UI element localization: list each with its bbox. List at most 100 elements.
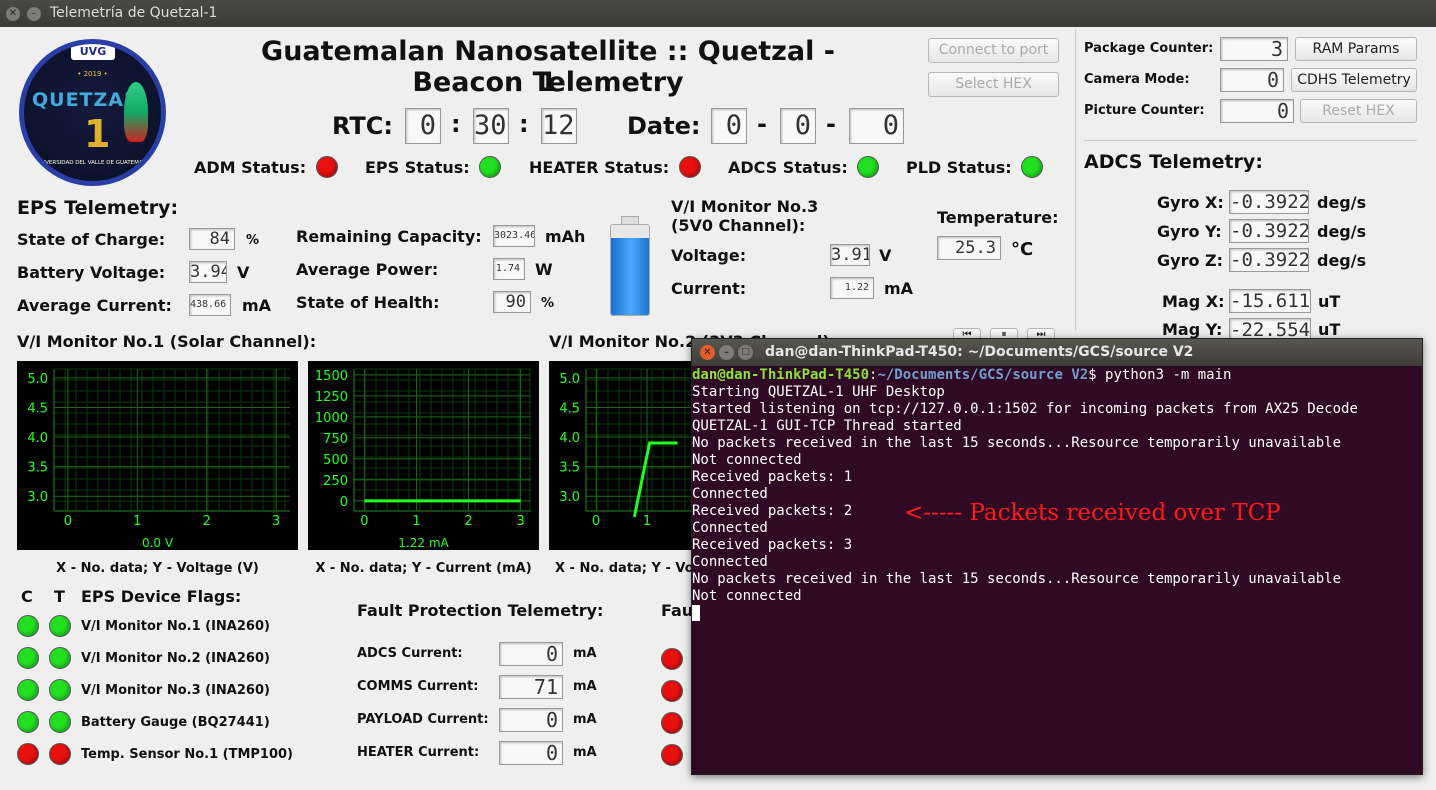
- gyro-y-unit: deg/s: [1317, 222, 1367, 241]
- terminal-close-icon[interactable]: ✕: [700, 345, 715, 360]
- average-power-value: 1.74: [493, 258, 525, 280]
- vi3-current-value: 1.22: [830, 277, 874, 299]
- state-of-health-value: 90: [493, 291, 531, 313]
- terminal-minimize-icon[interactable]: –: [719, 345, 734, 360]
- vi1-current-caption: X - No. data; Y - Current (mA): [315, 561, 532, 576]
- y-tick-label: 750: [323, 432, 348, 447]
- terminal-prompt: dan@dan-ThinkPad-T450:~/Documents/GCS/so…: [692, 367, 1422, 384]
- fault-label: COMMS Current:: [357, 679, 479, 694]
- y-tick-label: 5.0: [27, 372, 48, 387]
- date-month: 0: [780, 108, 816, 144]
- average-power-label: Average Power:: [296, 260, 439, 279]
- battery-level-fill: [611, 238, 649, 315]
- vi1-chart-title: V/I Monitor No.1 (Solar Channel):: [17, 332, 317, 351]
- flag-label: Battery Gauge (BQ27441): [81, 715, 270, 730]
- fault-value: 0: [499, 708, 563, 732]
- fault-led-3: [661, 712, 683, 734]
- quetzal-bird-icon: [124, 82, 148, 142]
- minimize-icon[interactable]: –: [27, 7, 41, 21]
- state-of-health-label: State of Health:: [296, 293, 440, 312]
- adcs-title: ADCS Telemetry:: [1084, 151, 1263, 173]
- x-tick-label: 3: [516, 514, 524, 529]
- x-tick-label: 0: [360, 514, 368, 529]
- adm-status-label: ADM Status:: [194, 158, 307, 177]
- terminal-line: Not connected: [692, 452, 802, 468]
- date-sep-2: -: [826, 110, 836, 138]
- terminal-window[interactable]: ✕ – □ dan@dan-ThinkPad-T450: ~/Documents…: [691, 338, 1423, 775]
- fault-value: 0: [499, 741, 563, 765]
- y-tick-label: 5.0: [559, 372, 580, 387]
- terminal-line: Received packets: 3: [692, 537, 853, 553]
- battery-level-icon: [610, 216, 650, 316]
- y-tick-label: 4.5: [27, 401, 48, 416]
- cdhs-telemetry-button[interactable]: CDHS Telemetry: [1291, 68, 1417, 92]
- select-hex-button[interactable]: Select HEX: [928, 72, 1059, 97]
- flag-label: V/I Monitor No.1 (INA260): [81, 619, 270, 634]
- battery-voltage-value: 3.94: [189, 261, 227, 283]
- fault-led-2: [661, 680, 683, 702]
- vi1-chart: 5.0 4.5 4.0 3.5 3.0 0 1 2 3: [17, 361, 298, 550]
- flags-c-header: C: [21, 587, 33, 606]
- vi3-subtitle: (5V0 Channel):: [671, 216, 806, 235]
- vi3-voltage-value: 3.91: [830, 244, 870, 266]
- window-titlebar: ✕ – Telemetría de Quetzal-1: [0, 0, 1436, 27]
- x-tick-label: 1: [643, 514, 651, 529]
- y-tick-label: 500: [323, 453, 348, 468]
- date-year: 0: [849, 108, 904, 144]
- temperature-label: Temperature:: [937, 208, 1059, 227]
- soc-unit: %: [246, 233, 260, 248]
- flag-t-led: [49, 743, 71, 765]
- flag-c-led: [17, 679, 39, 701]
- date-label: Date:: [627, 112, 701, 140]
- logo-name: QUETZAL: [32, 89, 138, 111]
- logo-ring-text: UNIVERSIDAD DEL VALLE DE GUATEMALA: [35, 160, 150, 166]
- adm-status-led: [316, 156, 338, 178]
- terminal-maximize-icon[interactable]: □: [738, 345, 753, 360]
- window-title: Telemetría de Quetzal-1: [50, 5, 218, 21]
- average-current-value: 438.66: [189, 294, 231, 316]
- remaining-capacity-value: 3023.46: [493, 225, 535, 247]
- picture-counter-label: Picture Counter:: [1084, 103, 1205, 118]
- cursor-icon: [692, 605, 700, 621]
- fault-unit: mA: [573, 745, 597, 760]
- reset-hex-button[interactable]: Reset HEX: [1300, 99, 1417, 123]
- date-day: 0: [711, 108, 747, 144]
- vi3-title: V/I Monitor No.3: [671, 197, 819, 216]
- connect-to-port-button[interactable]: Connect to port: [928, 38, 1059, 63]
- soc-label: State of Charge:: [17, 230, 166, 249]
- fault-label: HEATER Current:: [357, 745, 480, 760]
- vi3-current-label: Current:: [671, 279, 747, 298]
- pld-status-label: PLD Status:: [906, 158, 1012, 177]
- x-tick-label: 2: [203, 514, 211, 529]
- pld-status-led: [1021, 156, 1043, 178]
- flag-label: Temp. Sensor No.1 (TMP100): [81, 747, 293, 762]
- heater-status-led: [679, 156, 701, 178]
- gyro-z-unit: deg/s: [1317, 251, 1367, 270]
- mag-y-unit: uT: [1318, 320, 1341, 339]
- divider: [1084, 140, 1417, 141]
- picture-counter-value: 0: [1220, 99, 1294, 123]
- logo-number: 1: [84, 112, 111, 156]
- rtc-hours: 0: [405, 108, 441, 144]
- vi3-current-unit: mA: [884, 279, 914, 298]
- rtc-sep-1: :: [451, 110, 461, 138]
- fault-label: PAYLOAD Current:: [357, 712, 489, 727]
- fault-title: Fault Protection Telemetry:: [357, 601, 604, 620]
- vi1-current-chart: 1500 1250 1000 750 500 250 00 1 2 3: [308, 361, 539, 550]
- vi1-readout: 0.0 V: [141, 536, 174, 550]
- rtc-label: RTC:: [332, 112, 393, 140]
- fault-led-4: [661, 744, 683, 766]
- fault-unit: mA: [573, 679, 597, 694]
- y-tick-label: 3.0: [27, 490, 48, 505]
- x-tick-label: 0: [64, 514, 72, 529]
- terminal-titlebar: ✕ – □ dan@dan-ThinkPad-T450: ~/Documents…: [692, 339, 1422, 366]
- ram-params-button[interactable]: RAM Params: [1295, 37, 1417, 61]
- eps-status-led: [479, 156, 501, 178]
- fault-value: 71: [499, 675, 563, 699]
- gyro-x-unit: deg/s: [1317, 193, 1367, 212]
- battery-voltage-unit: V: [237, 263, 250, 282]
- close-icon[interactable]: ✕: [6, 7, 20, 21]
- x-tick-label: 2: [464, 514, 472, 529]
- average-current-unit: mA: [242, 296, 272, 315]
- terminal-line: Connected: [692, 554, 768, 570]
